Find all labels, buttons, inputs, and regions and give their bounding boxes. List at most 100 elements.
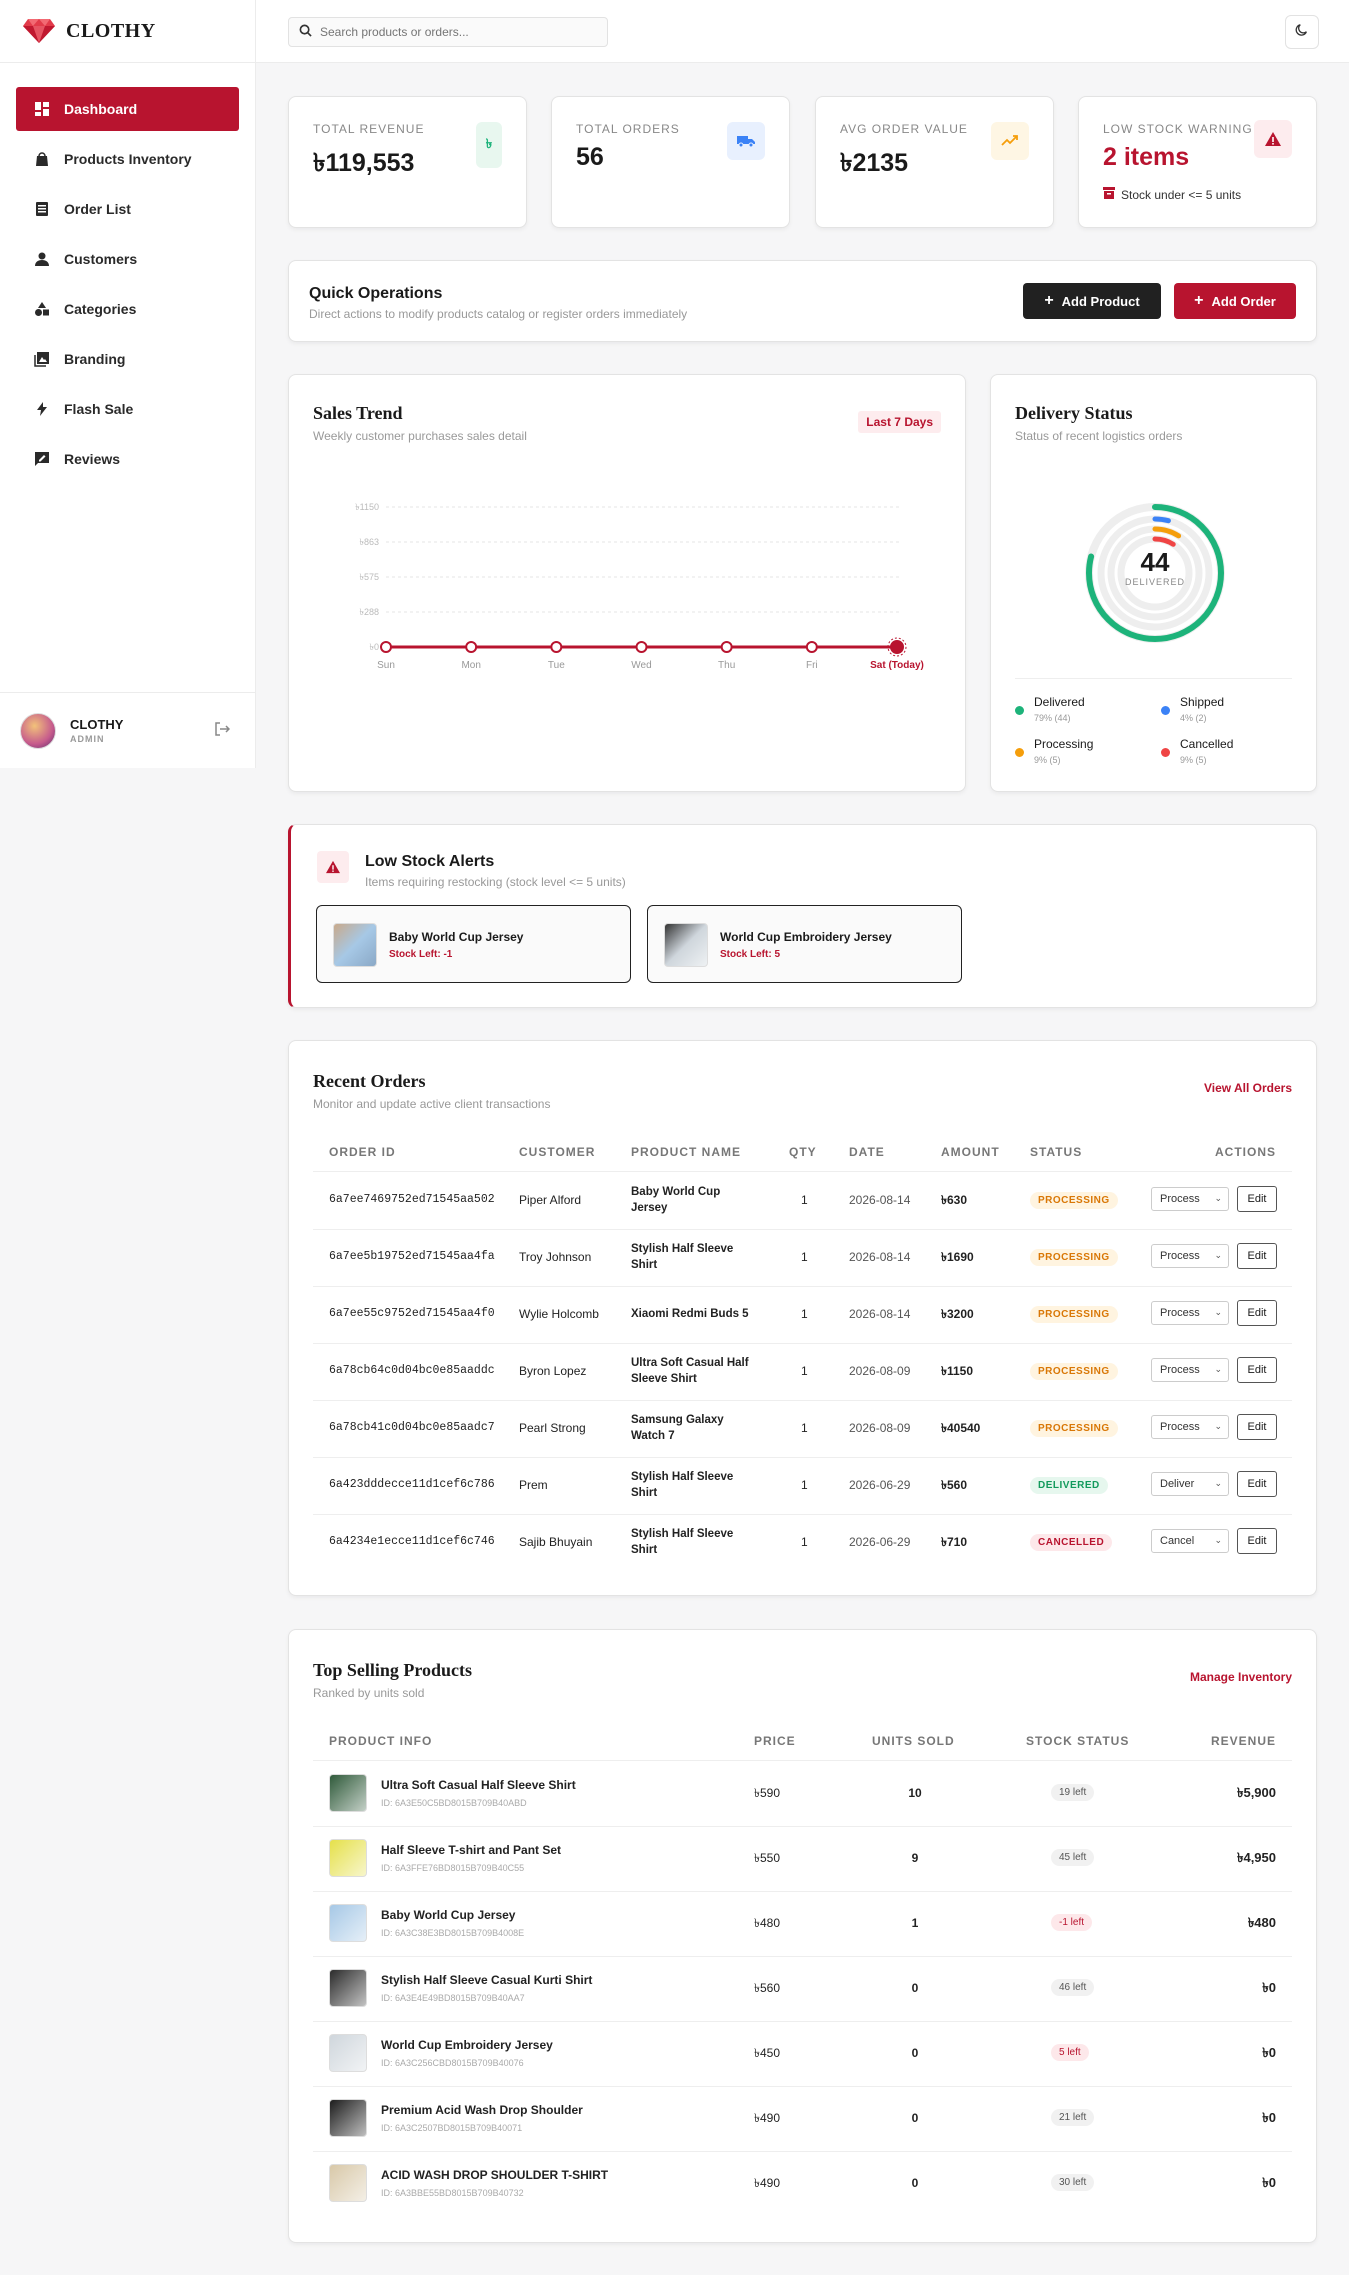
edit-button[interactable]: Edit bbox=[1237, 1357, 1277, 1383]
row-divider bbox=[313, 1891, 1292, 1892]
search-box[interactable] bbox=[288, 17, 608, 47]
x-tick-label: Sun bbox=[377, 660, 395, 671]
low-stock-item[interactable]: World Cup Embroidery Jersey Stock Left: … bbox=[647, 905, 962, 983]
product-id: ID: 6A3BBE55BD8015B709B40732 bbox=[381, 2188, 524, 2198]
data-point bbox=[890, 640, 904, 654]
units-sold: 9 bbox=[911, 1851, 919, 1865]
product-thumbnail bbox=[333, 923, 377, 967]
order-id: 6a78cb64c0d04bc0e85aaddc bbox=[329, 1364, 495, 1377]
x-tick-label: Tue bbox=[548, 660, 565, 671]
add-product-button[interactable]: + Add Product bbox=[1023, 283, 1161, 319]
delivery-title: Delivery Status bbox=[1015, 403, 1133, 423]
kpi-label: TOTAL ORDERS bbox=[576, 122, 680, 136]
status-select[interactable]: Process ⌄ bbox=[1151, 1301, 1229, 1325]
range-badge[interactable]: Last 7 Days bbox=[858, 411, 941, 433]
sidebar-item-categories[interactable]: Categories bbox=[16, 287, 239, 331]
add-order-button[interactable]: + Add Order bbox=[1174, 283, 1296, 319]
legend-detail: 9% (5) bbox=[1180, 755, 1207, 765]
edit-button[interactable]: Edit bbox=[1237, 1471, 1277, 1497]
theme-toggle-button[interactable] bbox=[1285, 15, 1319, 49]
customer-name: Troy Johnson bbox=[519, 1250, 592, 1264]
row-divider bbox=[313, 1457, 1292, 1458]
sidebar-item-label: Customers bbox=[64, 251, 138, 267]
price: ৳560 bbox=[754, 1981, 780, 1995]
status-select[interactable]: Process ⌄ bbox=[1151, 1358, 1229, 1382]
view-all-orders-link[interactable]: View All Orders bbox=[1204, 1081, 1292, 1095]
column-header: STOCK STATUS bbox=[1026, 1734, 1130, 1748]
status-select[interactable]: Process ⌄ bbox=[1151, 1187, 1229, 1211]
product-name: ACID WASH DROP SHOULDER T-SHIRT bbox=[381, 2168, 609, 2182]
revenue: ৳0 bbox=[1262, 2110, 1276, 2125]
legend-dot bbox=[1161, 748, 1170, 757]
kpi-card-aov: AVG ORDER VALUE ৳2135 bbox=[815, 96, 1054, 228]
low-stock-title: Low Stock Alerts bbox=[365, 853, 495, 870]
y-tick-label: ৳0 bbox=[370, 642, 380, 652]
status-badge: PROCESSING bbox=[1030, 1306, 1118, 1323]
sidebar-item-branding[interactable]: Branding bbox=[16, 337, 239, 381]
chevron-down-icon: ⌄ bbox=[1214, 1364, 1222, 1374]
plus-icon: + bbox=[1194, 292, 1204, 309]
low-stock-item-name: World Cup Embroidery Jersey bbox=[720, 930, 892, 944]
bolt-icon bbox=[34, 401, 50, 417]
product-name: Xiaomi Redmi Buds 5 bbox=[631, 1308, 749, 1320]
customer-name: Pearl Strong bbox=[519, 1421, 586, 1435]
low-stock-subtitle: Items requiring restocking (stock level … bbox=[365, 875, 626, 889]
customer-name: Byron Lopez bbox=[519, 1364, 587, 1378]
chevron-down-icon: ⌄ bbox=[1214, 1421, 1222, 1431]
product-id: ID: 6A3E50C5BD8015B709B40ABD bbox=[381, 1798, 527, 1808]
sidebar-item-dashboard[interactable]: Dashboard bbox=[16, 87, 239, 131]
legend-dot bbox=[1015, 748, 1024, 757]
status-select[interactable]: Cancel ⌄ bbox=[1151, 1529, 1229, 1553]
user-role: ADMIN bbox=[70, 734, 105, 744]
edit-button[interactable]: Edit bbox=[1237, 1243, 1277, 1269]
status-badge: PROCESSING bbox=[1030, 1192, 1118, 1209]
order-id: 6a78cb41c0d04bc0e85aadc7 bbox=[329, 1421, 495, 1434]
product-id: ID: 6A3E4E49BD8015B709B40AA7 bbox=[381, 1993, 525, 2003]
product-id: ID: 6A3FFE76BD8015B709B40C55 bbox=[381, 1863, 525, 1873]
bag-icon bbox=[34, 151, 50, 167]
recent-orders-card: Recent Orders Monitor and update active … bbox=[288, 1040, 1317, 1596]
search-input[interactable] bbox=[320, 25, 590, 39]
status-select[interactable]: Deliver ⌄ bbox=[1151, 1472, 1229, 1496]
sales-trend-subtitle: Weekly customer purchases sales detail bbox=[313, 429, 527, 443]
edit-button[interactable]: Edit bbox=[1237, 1414, 1277, 1440]
x-tick-label: Sat (Today) bbox=[870, 660, 924, 671]
edit-button[interactable]: Edit bbox=[1237, 1186, 1277, 1212]
status-select[interactable]: Process ⌄ bbox=[1151, 1415, 1229, 1439]
low-stock-item[interactable]: Baby World Cup Jersey Stock Left: -1 bbox=[316, 905, 631, 983]
low-stock-item-stock: Stock Left: -1 bbox=[389, 949, 453, 960]
sidebar-item-customers[interactable]: Customers bbox=[16, 237, 239, 281]
manage-inventory-link[interactable]: Manage Inventory bbox=[1190, 1670, 1292, 1684]
edit-button[interactable]: Edit bbox=[1237, 1528, 1277, 1554]
product-id: ID: 6A3C2507BD8015B709B40071 bbox=[381, 2123, 523, 2133]
logout-icon[interactable] bbox=[214, 721, 231, 742]
plus-icon: + bbox=[1044, 292, 1054, 309]
categories-icon bbox=[34, 301, 50, 317]
sidebar-item-label: Products Inventory bbox=[64, 151, 192, 167]
brand[interactable]: CLOTHY bbox=[0, 0, 255, 63]
row-divider bbox=[313, 1286, 1292, 1287]
status-select[interactable]: Process ⌄ bbox=[1151, 1244, 1229, 1268]
delivery-center-value: 44 bbox=[1140, 547, 1170, 577]
edit-button[interactable]: Edit bbox=[1237, 1300, 1277, 1326]
avatar[interactable] bbox=[20, 712, 56, 749]
customer-name: Prem bbox=[519, 1478, 548, 1492]
person-icon bbox=[34, 251, 50, 267]
units-sold: 10 bbox=[908, 1786, 922, 1800]
recent-orders-subtitle: Monitor and update active client transac… bbox=[313, 1097, 551, 1111]
sidebar-item-products-inventory[interactable]: Products Inventory bbox=[16, 137, 239, 181]
sidebar-item-flash-sale[interactable]: Flash Sale bbox=[16, 387, 239, 431]
sidebar-item-reviews[interactable]: Reviews bbox=[16, 437, 239, 481]
qty: 1 bbox=[801, 1421, 808, 1435]
qty: 1 bbox=[801, 1193, 808, 1207]
price: ৳490 bbox=[754, 2176, 780, 2190]
delivery-subtitle: Status of recent logistics orders bbox=[1015, 429, 1183, 443]
order-date: 2026-08-14 bbox=[849, 1193, 911, 1207]
low-stock-note: Stock under <= 5 units bbox=[1103, 187, 1241, 202]
row-divider bbox=[313, 1514, 1292, 1515]
qty: 1 bbox=[801, 1364, 808, 1378]
recent-orders-title: Recent Orders bbox=[313, 1071, 426, 1091]
sidebar-item-order-list[interactable]: Order List bbox=[16, 187, 239, 231]
product-name: Baby World Cup Jersey bbox=[381, 1908, 516, 1922]
truck-icon bbox=[727, 122, 765, 160]
